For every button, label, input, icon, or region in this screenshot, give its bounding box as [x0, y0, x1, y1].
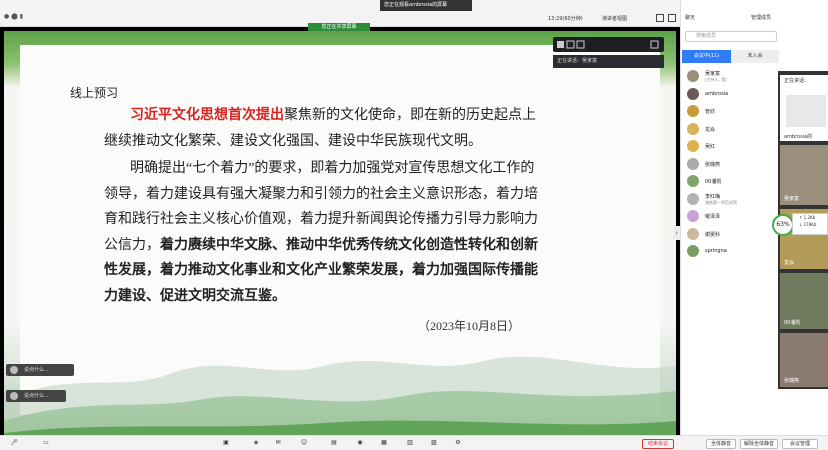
member-name: springna: [705, 248, 727, 254]
unmute-all-button[interactable]: 解除全体静音: [740, 439, 778, 449]
member-subtitle: (主持人, 我): [705, 77, 727, 82]
member-row[interactable]: 吴家富 (主持人, 我): [687, 68, 779, 86]
network-stats: ↑ 1.2Kb ↓ 178Kb: [792, 213, 828, 235]
member-name: 李红梅: [705, 193, 721, 200]
chat-icon: [10, 392, 18, 400]
member-name: 谢雯科: [705, 231, 721, 238]
scroll-arrow-icon[interactable]: ›: [673, 226, 680, 240]
layout-icon[interactable]: ▥: [406, 439, 414, 447]
tab-manage-members[interactable]: 管理成员: [751, 14, 771, 21]
member-row[interactable]: 李红梅 湖南第一师范学院: [687, 191, 779, 209]
avatar: [687, 140, 699, 152]
avatar: [687, 210, 699, 222]
avatar: [687, 227, 699, 240]
video-tile-ambrosia[interactable]: 正在讲话： ambrosia的: [780, 75, 828, 141]
member-row[interactable]: 00潘凯: [687, 173, 779, 191]
member-name: 张璐燕: [705, 161, 721, 168]
member-row[interactable]: 龙焱: [687, 121, 779, 139]
sharing-banner: 您正在观看ambrosia的屏幕: [380, 0, 472, 11]
shared-thumbnail: [786, 95, 826, 127]
avatar: [687, 192, 699, 205]
record-icon[interactable]: ◉: [356, 439, 364, 447]
fullscreen-icon[interactable]: [656, 14, 664, 22]
avatar: [687, 122, 699, 135]
avatar: [687, 175, 699, 187]
tab-not-joined[interactable]: 未入会: [731, 50, 779, 63]
member-row[interactable]: 谢雯科: [687, 226, 779, 244]
security-icon[interactable]: ◈: [252, 439, 260, 447]
member-name: ambrosia: [705, 90, 729, 97]
status-icons: ● ⬤ ▮: [4, 13, 24, 20]
member-name: 曜泽泽: [705, 214, 721, 220]
member-subtitle: 湖南第一师范学院: [705, 199, 737, 205]
apps-icon[interactable]: ▦: [380, 439, 388, 447]
member-search-input[interactable]: 搜索成员: [685, 31, 777, 42]
mute-all-button[interactable]: 全体静音: [706, 439, 736, 449]
slide-paragraph-1: 习近平文化思想首次提出聚焦新的文化使命，即在新的历史起点上继续推动文化繁荣、建设…: [104, 103, 540, 154]
slide-header: 线上预习: [70, 86, 119, 100]
avatar: [687, 245, 699, 257]
para2-bold: 着力赓续中华文脉、推动中华优秀传统文化创造性转化和创新性发展，着力推动文化事业和…: [104, 236, 538, 304]
window-icon: [566, 40, 575, 49]
meeting-timer[interactable]: 13:29(60分钟): [548, 15, 583, 22]
avatar: [687, 87, 699, 100]
network-quality-badge[interactable]: 63%: [772, 214, 794, 236]
floating-toolbar[interactable]: [553, 37, 664, 52]
avatar: [687, 157, 699, 170]
member-name: 管欣: [705, 109, 716, 115]
window-icon[interactable]: [668, 14, 676, 22]
member-row[interactable]: 管欣: [687, 103, 779, 121]
member-row[interactable]: 张璐燕: [687, 156, 779, 174]
member-name: 吴红: [705, 144, 716, 150]
chat-chip-2[interactable]: 说点什么...: [6, 390, 66, 402]
avatar: [687, 105, 699, 117]
member-panel: 聊天 管理成员 搜索成员 会议中(11) 未入会 吴家富 (主持人, 我) ambr…: [680, 0, 780, 435]
stop-icon: [557, 41, 564, 48]
invite-icon[interactable]: ✉: [274, 439, 282, 447]
bottom-toolbar: 🎤︎ ▭ ▣ ◈ ✉ ☺ ▤ ◉ ▦ ▥ ▧ ⚙ 结束会议 全体静音 解除全体静…: [0, 435, 828, 450]
floating-toolbar-icons: [557, 40, 659, 49]
meeting-window: ● ⬤ ▮ 13:29(60分钟) 演讲者视图 您正在观看ambrosia的屏幕…: [0, 0, 828, 450]
view-mode-menu[interactable]: 演讲者视图: [602, 15, 627, 22]
meeting-manage-menu[interactable]: 会议管理: [782, 439, 818, 449]
reactions-icon[interactable]: ▧: [430, 439, 438, 447]
highlight-red: 习近平文化思想首次提出: [130, 107, 284, 123]
video-tile-wu[interactable]: 吴家富: [780, 145, 828, 205]
grid-icon: [576, 40, 585, 49]
member-name: 龙焱: [705, 126, 716, 133]
slide-date: （2023年10月8日）: [418, 319, 521, 333]
chat-chip-1[interactable]: 说点什么...: [6, 364, 74, 376]
speaking-indicator: 正在讲话：吴家富: [553, 55, 664, 68]
camera-icon[interactable]: ▭: [42, 439, 50, 447]
share-screen-icon[interactable]: ▣: [222, 439, 230, 447]
members-icon[interactable]: ☺: [300, 439, 308, 447]
video-tile-zhang[interactable]: 张璐燕: [780, 333, 828, 387]
tab-chat[interactable]: 聊天: [685, 14, 695, 21]
member-row[interactable]: springna: [687, 243, 779, 261]
settings-icon[interactable]: ⚙: [454, 439, 462, 447]
tab-in-meeting[interactable]: 会议中(11): [682, 50, 731, 63]
member-row[interactable]: 曜泽泽: [687, 208, 779, 226]
avatar: [687, 70, 699, 82]
chat-icon: [10, 366, 18, 374]
chat-icon[interactable]: ▤: [330, 439, 338, 447]
slide-paragraph-2: 明确提出“七个着力”的要求，即着力加强党对宣传思想文化工作的领导，着力建设具有强…: [104, 156, 540, 309]
member-name: 吴家富: [705, 71, 721, 77]
end-meeting-button[interactable]: 结束会议: [642, 439, 674, 449]
panel-tabs: 聊天 管理成员: [681, 14, 781, 24]
menu-icon: [650, 40, 659, 49]
microphone-icon[interactable]: 🎤︎: [10, 439, 18, 447]
member-row[interactable]: ambrosia: [687, 86, 779, 104]
member-row[interactable]: 吴红: [687, 138, 779, 156]
video-tile-pan[interactable]: 00潘凯: [780, 273, 828, 329]
member-name: 00潘凯: [705, 179, 722, 185]
